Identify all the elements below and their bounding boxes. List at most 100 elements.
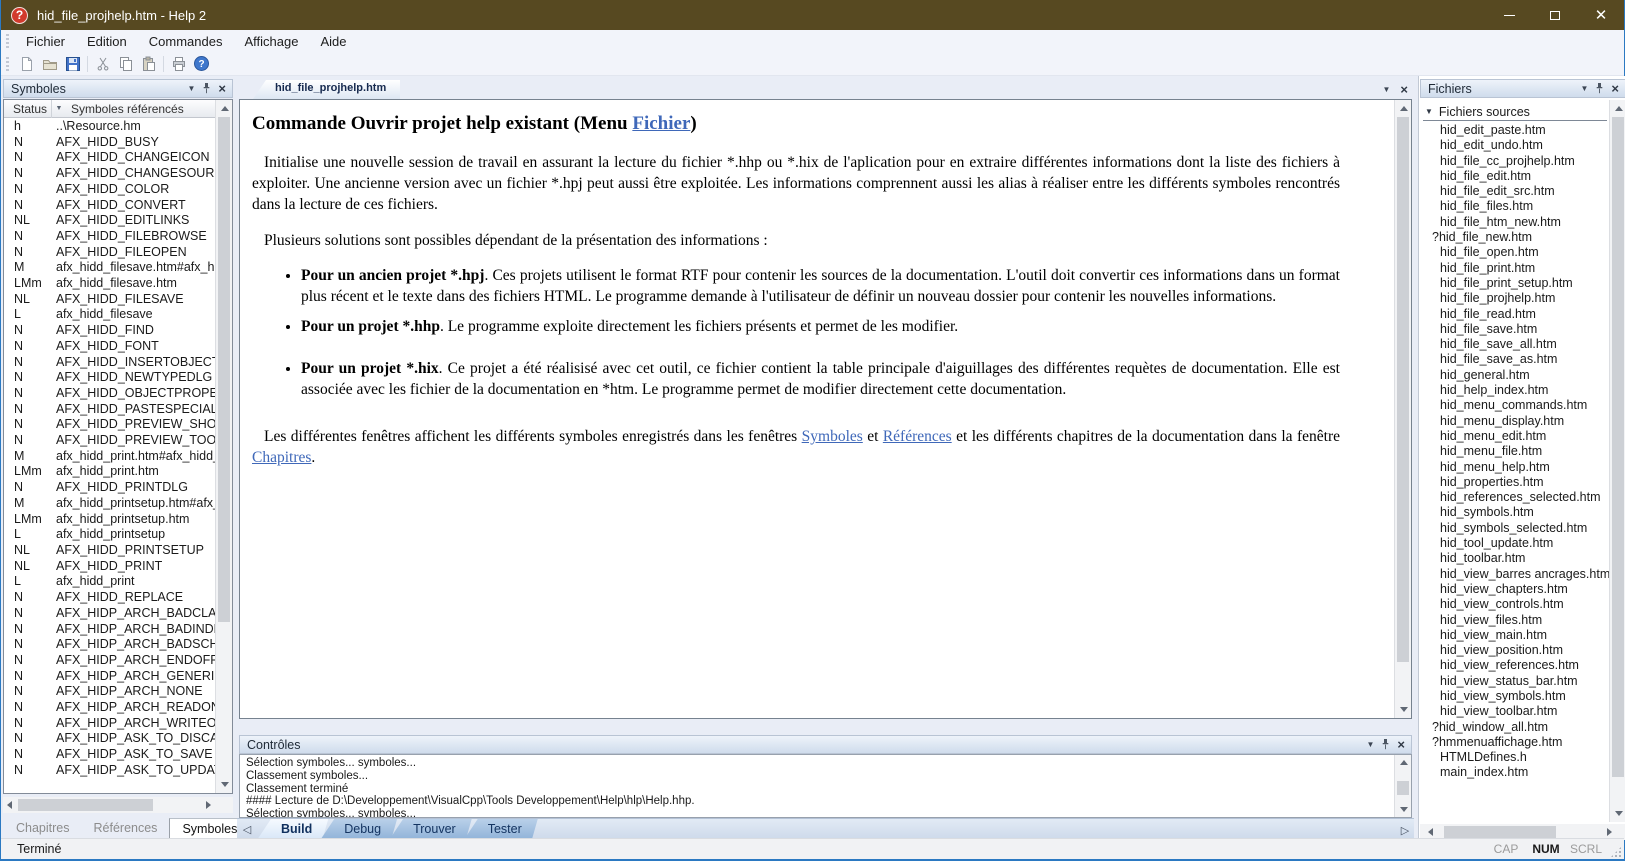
- resize-grip[interactable]: [1610, 846, 1622, 858]
- file-item[interactable]: main_index.htm: [1419, 765, 1609, 780]
- table-row[interactable]: N AFX_HIDD_FILEBROWSE: [4, 229, 215, 245]
- table-row[interactable]: M afx_hidd_printsetup.htm#afx_h: [4, 496, 215, 512]
- table-row[interactable]: LMm afx_hidd_print.htm: [4, 464, 215, 480]
- scroll-down-icon[interactable]: [1400, 707, 1408, 712]
- file-item[interactable]: ?hid_file_new.htm: [1419, 230, 1609, 245]
- menu-item[interactable]: Affichage: [233, 32, 309, 51]
- file-item[interactable]: hid_view_main.htm: [1419, 628, 1609, 643]
- file-item[interactable]: hid_file_cc_projhelp.htm: [1419, 154, 1609, 169]
- file-item[interactable]: hid_menu_display.htm: [1419, 414, 1609, 429]
- table-row[interactable]: N AFX_HIDD_PREVIEW_TOOLBAR: [4, 433, 215, 449]
- table-row[interactable]: N AFX_HIDD_PRINTDLG: [4, 480, 215, 496]
- file-item[interactable]: HTMLDefines.h: [1419, 750, 1609, 765]
- panel-menu-icon[interactable]: ▼: [1366, 741, 1374, 749]
- panel-close-icon[interactable]: ×: [218, 83, 226, 95]
- close-button[interactable]: ✕: [1578, 0, 1624, 30]
- file-item[interactable]: hid_references_selected.htm: [1419, 490, 1609, 505]
- table-row[interactable]: N AFX_HIDD_COLOR: [4, 182, 215, 198]
- save-button[interactable]: [61, 53, 84, 75]
- table-row[interactable]: N AFX_HIDD_BUSY: [4, 135, 215, 151]
- scroll-up-icon[interactable]: [1400, 106, 1408, 111]
- scroll-up-icon[interactable]: [221, 106, 229, 111]
- tab-references[interactable]: Références: [82, 818, 170, 840]
- scroll-down-icon[interactable]: [221, 782, 229, 787]
- scroll-right-icon[interactable]: [206, 801, 211, 809]
- table-row[interactable]: NL AFX_HIDD_PRINTSETUP: [4, 543, 215, 559]
- menu-item[interactable]: Aide: [309, 32, 357, 51]
- help-button[interactable]: ?: [190, 53, 213, 75]
- panel-close-icon[interactable]: ×: [1397, 739, 1405, 751]
- pin-icon[interactable]: [202, 83, 211, 94]
- table-row[interactable]: N AFX_HIDP_ASK_TO_UPDATE: [4, 763, 215, 779]
- table-row[interactable]: N AFX_HIDP_ARCH_WRITEONLY: [4, 716, 215, 732]
- table-row[interactable]: N AFX_HIDD_FILEOPEN: [4, 245, 215, 261]
- tab-list-icon[interactable]: ▼: [1382, 86, 1390, 94]
- file-item[interactable]: hid_file_print.htm: [1419, 261, 1609, 276]
- scrollbar-thumb[interactable]: [1397, 117, 1409, 662]
- tab-trouver[interactable]: Trouver: [389, 819, 472, 840]
- scrollbar-thumb[interactable]: [1612, 117, 1624, 777]
- status-filter-icon[interactable]: ▼: [52, 105, 66, 112]
- table-row[interactable]: L afx_hidd_printsetup: [4, 527, 215, 543]
- scrollbar-thumb[interactable]: [18, 799, 153, 811]
- table-row[interactable]: N AFX_HIDD_CONVERT: [4, 198, 215, 214]
- tab-scroll-left-icon[interactable]: ◁: [237, 819, 257, 840]
- file-item[interactable]: hid_file_save.htm: [1419, 322, 1609, 337]
- table-row[interactable]: M afx_hidd_filesave.htm#afx_hidd_: [4, 260, 215, 276]
- file-item[interactable]: hid_file_projhelp.htm: [1419, 291, 1609, 306]
- table-row[interactable]: NL AFX_HIDD_PRINT: [4, 559, 215, 575]
- scrollbar-thumb[interactable]: [1444, 826, 1556, 838]
- files-vertical-scrollbar[interactable]: [1609, 100, 1625, 822]
- tab-build[interactable]: Build: [257, 819, 328, 840]
- scroll-down-icon[interactable]: [1615, 811, 1623, 816]
- paste-button[interactable]: [137, 53, 160, 75]
- document-tab[interactable]: hid_file_projhelp.htm: [253, 80, 400, 99]
- scroll-up-icon[interactable]: [1400, 760, 1408, 765]
- file-item[interactable]: hid_general.htm: [1419, 368, 1609, 383]
- file-item[interactable]: hid_tool_update.htm: [1419, 536, 1609, 551]
- file-item[interactable]: hid_view_references.htm: [1419, 658, 1609, 673]
- file-item[interactable]: hid_file_open.htm: [1419, 245, 1609, 260]
- file-item[interactable]: hid_view_position.htm: [1419, 643, 1609, 658]
- file-item[interactable]: hid_view_chapters.htm: [1419, 582, 1609, 597]
- file-item[interactable]: hid_file_edit.htm: [1419, 169, 1609, 184]
- table-row[interactable]: LMm afx_hidd_printsetup.htm: [4, 512, 215, 528]
- file-item[interactable]: hid_view_symbols.htm: [1419, 689, 1609, 704]
- files-tree-root[interactable]: ▼ Fichiers sources: [1423, 103, 1607, 121]
- scroll-left-icon[interactable]: [7, 801, 12, 809]
- copy-button[interactable]: [114, 53, 137, 75]
- document-vertical-scrollbar[interactable]: [1394, 100, 1411, 718]
- scrollbar-thumb[interactable]: [1397, 781, 1409, 795]
- table-row[interactable]: N AFX_HIDP_ARCH_NONE: [4, 684, 215, 700]
- table-row[interactable]: N AFX_HIDP_ARCH_BADSCHEMA: [4, 637, 215, 653]
- scrollbar-thumb[interactable]: [218, 117, 230, 622]
- table-row[interactable]: N AFX_HIDD_CHANGEICON: [4, 150, 215, 166]
- table-row[interactable]: N AFX_HIDD_INSERTOBJECT: [4, 355, 215, 371]
- file-item[interactable]: hid_menu_help.htm: [1419, 460, 1609, 475]
- open-button[interactable]: [38, 53, 61, 75]
- table-row[interactable]: L afx_hidd_print: [4, 574, 215, 590]
- file-item[interactable]: hid_properties.htm: [1419, 475, 1609, 490]
- file-item[interactable]: hid_file_save_as.htm: [1419, 352, 1609, 367]
- print-button[interactable]: [167, 53, 190, 75]
- scroll-left-icon[interactable]: [1428, 828, 1433, 836]
- table-row[interactable]: N AFX_HIDD_OBJECTPROPERTIES: [4, 386, 215, 402]
- file-item[interactable]: hid_symbols.htm: [1419, 505, 1609, 520]
- tab-chapitres[interactable]: Chapitres: [4, 818, 82, 840]
- table-row[interactable]: M afx_hidd_print.htm#afx_hidd_p: [4, 449, 215, 465]
- table-row[interactable]: NL AFX_HIDD_FILESAVE: [4, 292, 215, 308]
- file-item[interactable]: ?hid_window_all.htm: [1419, 720, 1609, 735]
- file-item[interactable]: ?hmmenuaffichage.htm: [1419, 735, 1609, 750]
- panel-close-icon[interactable]: ×: [1611, 83, 1619, 95]
- table-row[interactable]: N AFX_HIDD_REPLACE: [4, 590, 215, 606]
- file-item[interactable]: hid_view_files.htm: [1419, 613, 1609, 628]
- table-row[interactable]: N AFX_HIDD_FIND: [4, 323, 215, 339]
- new-document-button[interactable]: [15, 53, 38, 75]
- tab-close-icon[interactable]: ×: [1400, 84, 1408, 96]
- panel-menu-icon[interactable]: ▼: [187, 85, 195, 93]
- file-item[interactable]: hid_toolbar.htm: [1419, 551, 1609, 566]
- table-row[interactable]: N AFX_HIDP_ASK_TO_DISCARD: [4, 731, 215, 747]
- symbols-horizontal-scrollbar[interactable]: [3, 797, 233, 813]
- file-item[interactable]: hid_file_save_all.htm: [1419, 337, 1609, 352]
- file-item[interactable]: hid_file_htm_new.htm: [1419, 215, 1609, 230]
